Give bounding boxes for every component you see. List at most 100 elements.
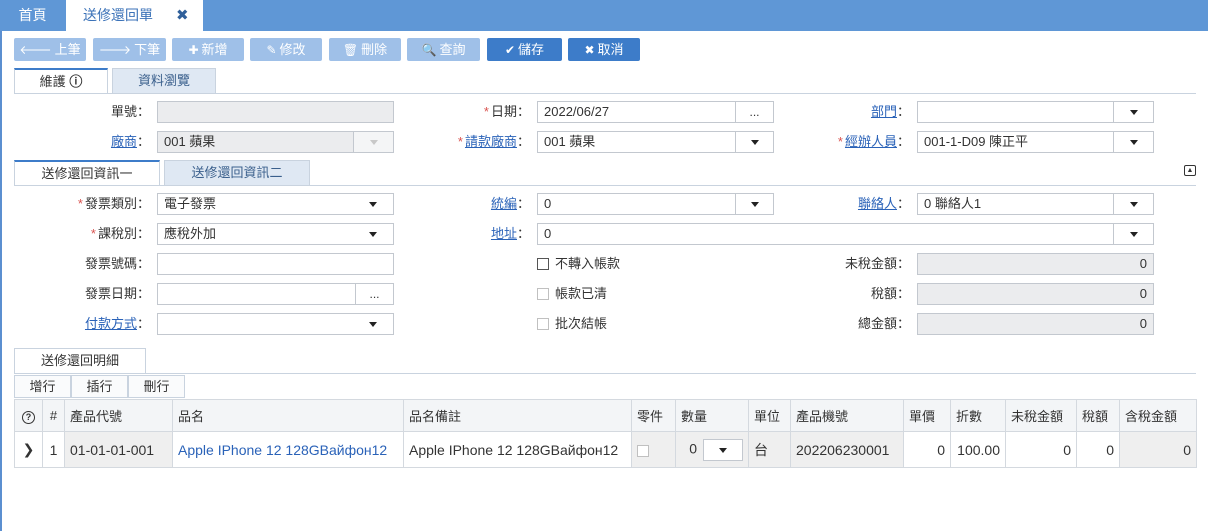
detail-tab-divider: [14, 373, 1196, 374]
date-field[interactable]: 2022/06/27: [537, 101, 736, 123]
vendor-field[interactable]: 001 蘋果: [157, 131, 354, 153]
delete-button[interactable]: 🗑 刪除: [329, 38, 401, 61]
tab-info-1[interactable]: 送修還回資訊一: [14, 160, 160, 186]
col-no: #: [42, 399, 65, 432]
col-price: 單價: [903, 399, 951, 432]
invoice-date-field[interactable]: [157, 283, 356, 305]
handler-field[interactable]: 001-1-D09 陳正平: [917, 131, 1114, 153]
dept-field[interactable]: [917, 101, 1114, 123]
date-picker-button[interactable]: ...: [735, 101, 774, 123]
add-button[interactable]: ✚ 新增: [172, 38, 244, 61]
tax-id-dropdown-button[interactable]: [735, 193, 774, 215]
collapse-icon[interactable]: ▲: [1184, 165, 1196, 176]
grid-header-row: ? # 產品代號 品名 品名備註 零件 數量 單位 產品機號 單價 折數 未稅金…: [14, 399, 1197, 432]
next-record-button[interactable]: 🡒 下筆: [93, 38, 166, 61]
invoice-no-field[interactable]: [157, 253, 394, 275]
tab-repair-return-label: 送修還回單: [83, 7, 153, 23]
pretax-label: 未稅金額：: [844, 256, 910, 271]
cell-serial[interactable]: 202206230001: [790, 431, 904, 468]
tab-info-2[interactable]: 送修還回資訊二: [164, 160, 310, 186]
cell-price[interactable]: 0: [903, 431, 951, 468]
cell-code[interactable]: 01-01-01-001: [64, 431, 173, 468]
prev-record-button[interactable]: 🡐 上筆: [14, 38, 86, 61]
invoice-type-select[interactable]: 電子發票: [157, 193, 354, 215]
address-field[interactable]: 0: [537, 223, 1114, 245]
address-label: 地址：: [490, 226, 530, 241]
tab-home[interactable]: 首頁: [0, 0, 65, 31]
col-discount: 折數: [950, 399, 1006, 432]
save-button[interactable]: ✔ 儲存: [487, 38, 562, 61]
chevron-down-icon: [719, 448, 727, 454]
tab-maintain[interactable]: 維護 ⓘ: [14, 68, 108, 94]
cell-tax[interactable]: 0: [1076, 431, 1120, 468]
help-column[interactable]: ?: [14, 399, 43, 432]
cell-name[interactable]: Apple IPhone 12 128GВайфон12: [172, 431, 404, 468]
tax-label: 稅額：: [870, 286, 910, 301]
cell-unit: 台: [748, 431, 791, 468]
tax-id-field[interactable]: 0: [537, 193, 736, 215]
cell-pretax[interactable]: 0: [1005, 431, 1077, 468]
row-no: 1: [42, 431, 65, 468]
dept-dropdown-button[interactable]: [1113, 101, 1154, 123]
batch-checkbox[interactable]: 批次結帳: [537, 313, 607, 335]
contact-dropdown-button[interactable]: [1113, 193, 1154, 215]
arrow-left-icon: 🡐: [19, 43, 52, 57]
tab-browse[interactable]: 資料瀏覽: [112, 68, 216, 94]
cancel-button[interactable]: ✖ 取消: [568, 38, 640, 61]
cell-discount[interactable]: 100.00: [950, 431, 1006, 468]
col-qty: 數量: [675, 399, 749, 432]
cleared-checkbox[interactable]: 帳款已清: [537, 283, 607, 305]
payment-dropdown[interactable]: [353, 313, 394, 335]
insert-row-button[interactable]: 插行: [71, 375, 128, 398]
date-label: * 日期：: [483, 104, 530, 119]
invoice-type-dropdown[interactable]: [353, 193, 394, 215]
vendor-dropdown-button[interactable]: [353, 131, 394, 153]
delete-row-button[interactable]: 刪行: [128, 375, 185, 398]
total-field: 0: [917, 313, 1154, 335]
pay-vendor-field[interactable]: 001 蘋果: [537, 131, 736, 153]
col-serial: 產品機號: [790, 399, 904, 432]
contact-field[interactable]: 0 聯絡人1: [917, 193, 1114, 215]
x-icon: ✖: [584, 43, 595, 57]
chevron-down-icon: [369, 140, 378, 146]
info-icon: ⓘ: [69, 74, 83, 89]
tax-type-select[interactable]: 應稅外加: [157, 223, 354, 245]
chevron-down-icon: [1129, 140, 1138, 146]
tab-detail[interactable]: 送修還回明細: [14, 348, 146, 374]
tax-type-dropdown[interactable]: [353, 223, 394, 245]
qty-dropdown-button[interactable]: [703, 438, 743, 461]
check-icon: ✔: [504, 43, 516, 57]
col-code: 產品代號: [64, 399, 173, 432]
payment-select[interactable]: [157, 313, 354, 335]
chevron-down-icon: [750, 202, 759, 208]
add-row-button[interactable]: 增行: [14, 375, 71, 398]
cell-qty[interactable]: 0: [675, 431, 749, 468]
address-dropdown-button[interactable]: [1113, 223, 1154, 245]
detail-grid: ? # 產品代號 品名 品名備註 零件 數量 單位 產品機號 單價 折數 未稅金…: [14, 399, 1197, 468]
cell-part[interactable]: [631, 431, 676, 468]
edit-button[interactable]: ✎ 修改: [250, 38, 322, 61]
col-total: 含稅金額: [1119, 399, 1197, 432]
invoice-date-picker-button[interactable]: ...: [355, 283, 394, 305]
query-button[interactable]: 🔍 查詢: [407, 38, 480, 61]
pay-vendor-label: * 請款廠商：: [457, 134, 530, 149]
search-icon: 🔍: [421, 43, 437, 57]
doc-no-field[interactable]: [157, 101, 394, 123]
handler-dropdown-button[interactable]: [1113, 131, 1154, 153]
no-transfer-checkbox[interactable]: 不轉入帳款: [537, 253, 620, 275]
chevron-down-icon: [1129, 110, 1138, 116]
vendor-label: 廠商：: [110, 134, 150, 149]
table-row[interactable]: ❯ 1 01-01-01-001 Apple IPhone 12 128GВай…: [14, 431, 1197, 468]
product-link[interactable]: Apple IPhone 12 128GВайфон12: [178, 442, 387, 458]
pencil-icon: ✎: [266, 43, 277, 57]
pay-vendor-dropdown-button[interactable]: [735, 131, 774, 153]
payment-label: 付款方式：: [84, 316, 150, 331]
cell-note[interactable]: Apple IPhone 12 128GВайфон12: [403, 431, 632, 468]
close-tab-icon[interactable]: ✖: [176, 0, 189, 31]
doc-no-label: 單號：: [110, 104, 150, 119]
col-name: 品名: [172, 399, 404, 432]
total-label: 總金額：: [857, 316, 910, 331]
col-tax: 稅額: [1076, 399, 1120, 432]
pretax-field: 0: [917, 253, 1154, 275]
tab-repair-return[interactable]: 送修還回單 ✖: [66, 0, 203, 31]
